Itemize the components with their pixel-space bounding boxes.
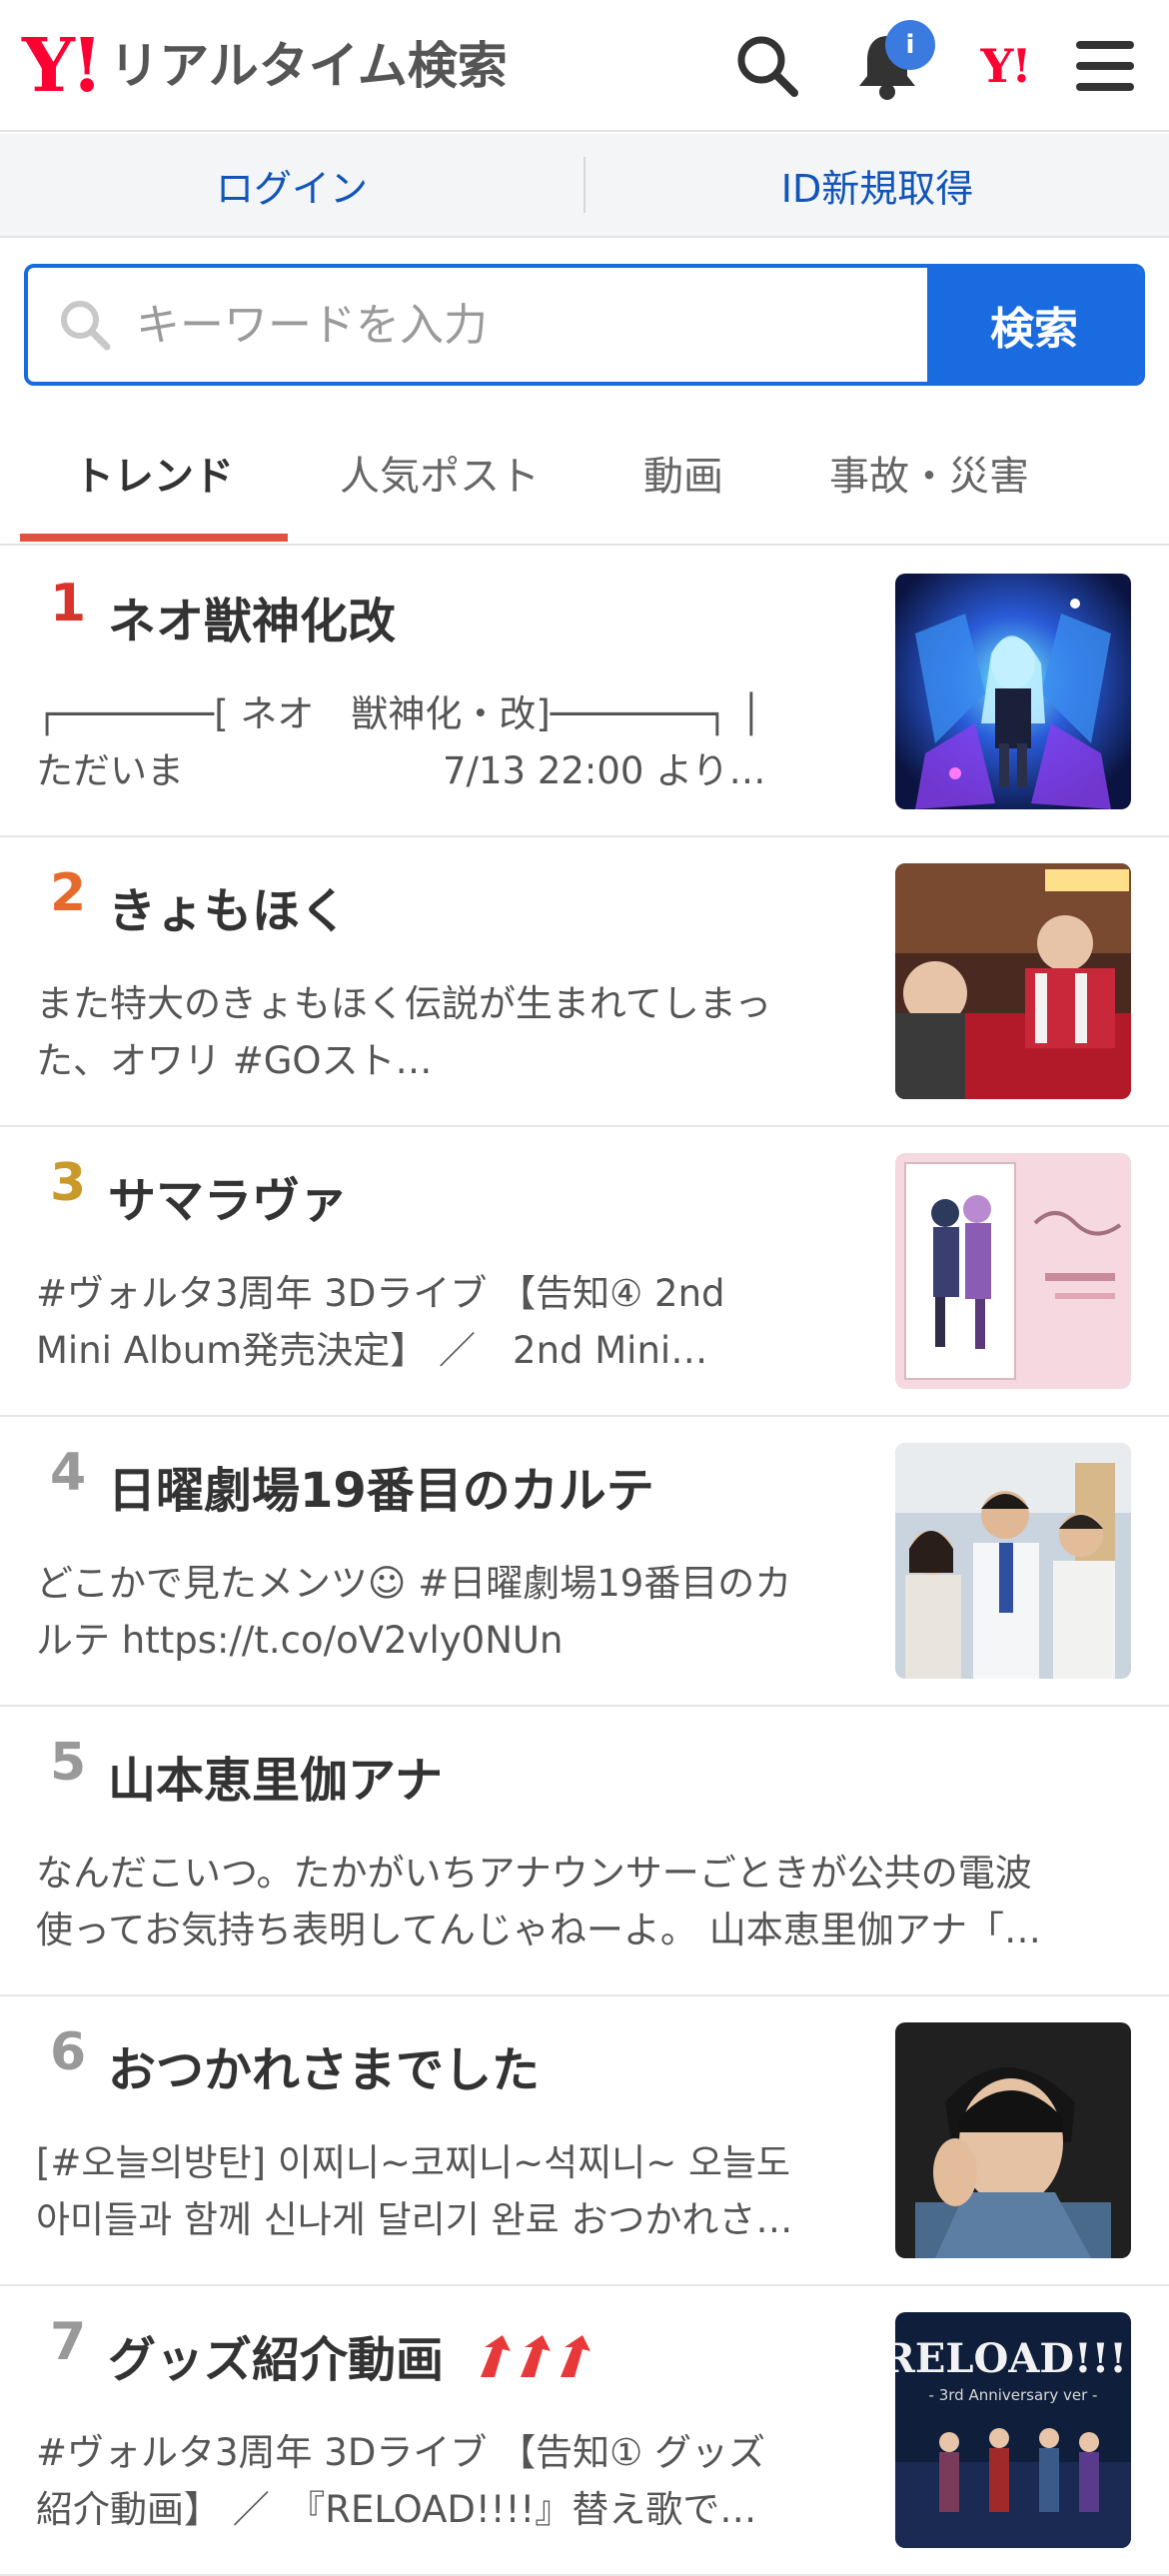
trend-description: #ヴォルタ3周年 3Dライブ 【告知① グッズ 紹介動画】 ／ 『RELOAD!…: [36, 2424, 835, 2538]
trend-description-line: ┌───────[ ネオ 獣神化・改]───────┐ │: [36, 692, 800, 735]
search-field-icon: [61, 301, 111, 351]
notification-badge: i: [885, 20, 935, 70]
trend-description-line: [#오늘의방탄] 이찌니~코찌니~석찌니~ 오늘도: [36, 2141, 791, 2184]
search-field-wrap: [28, 268, 927, 382]
trend-item[interactable]: 1 ネオ獣神化改 ┌───────[ ネオ 獣神化・改]───────┐ │ た…: [0, 548, 1169, 837]
trend-item[interactable]: 2 きょもほく また特大のきょもほく伝説が生まれてしまっ た、オワリ #GOスト…: [0, 837, 1169, 1127]
trend-description-line: #ヴォルタ3周年 3Dライブ 【告知① グッズ: [36, 2431, 766, 2474]
notification-bell-icon[interactable]: i: [845, 20, 935, 108]
trend-rank: 7: [50, 2312, 87, 2372]
trend-thumbnail[interactable]: [895, 1153, 1131, 1389]
trend-description-line: 使ってお気持ち表明してんじゃねーよ。 山本恵里伽アナ「…: [36, 1909, 1041, 1951]
trend-title[interactable]: 日曜劇場19番目のカルテ: [108, 1451, 654, 1521]
trend-thumbnail[interactable]: RELOAD!!!! - 3rd Anniversary ver -: [895, 2312, 1131, 2548]
search-button[interactable]: 検索: [927, 268, 1141, 382]
tab-trend[interactable]: トレンド: [20, 400, 288, 546]
trend-item[interactable]: 6 おつかれさまでした [#오늘의방탄] 이찌니~코찌니~석찌니~ 오늘도 아미…: [0, 1996, 1169, 2286]
trend-thumbnail[interactable]: [895, 1443, 1131, 1679]
active-tab-indicator: [20, 534, 288, 542]
app-header: Y! リアルタイム検索 i Y!: [0, 0, 1169, 132]
thumbnail-subtitle-text: - 3rd Anniversary ver -: [929, 2386, 1098, 2404]
tab-video[interactable]: 動画: [595, 400, 771, 546]
trending-up-arrows-icon: [475, 2333, 600, 2393]
trend-title-text: グッズ紹介動画: [108, 2332, 445, 2388]
trend-description-line: Mini Album発売決定】 ／ 2nd Mini…: [36, 1329, 708, 1372]
tab-popular-posts[interactable]: 人気ポスト: [310, 400, 570, 546]
trend-description-line: なんだこいつ。たかがいちアナウンサーごときが公共の電波: [36, 1852, 1032, 1895]
trend-thumbnail[interactable]: [895, 574, 1131, 809]
trend-description-line: また特大のきょもほく伝説が生まれてしまっ: [36, 982, 772, 1025]
trend-item[interactable]: 7 グッズ紹介動画 #ヴォルタ3周年 3Dライブ 【告知① グッズ 紹介動画】 …: [0, 2286, 1169, 2576]
trend-rank: 2: [50, 863, 87, 923]
trend-title[interactable]: きょもほく: [108, 871, 348, 941]
trend-rank: 5: [50, 1733, 87, 1793]
yahoo-mini-logo: Y!: [980, 39, 1031, 93]
tab-accidents-disasters[interactable]: 事故・災害: [799, 400, 1059, 546]
trend-description: [#오늘의방탄] 이찌니~코찌니~석찌니~ 오늘도 아미들과 함께 신나게 달리…: [36, 2134, 835, 2248]
search-input[interactable]: [136, 299, 835, 351]
trend-title[interactable]: 山本恵里伽アナ: [108, 1741, 443, 1811]
trend-title[interactable]: ネオ獣神化改: [108, 582, 396, 651]
trend-item[interactable]: 5 山本恵里伽アナ なんだこいつ。たかがいちアナウンサーごときが公共の電波 使っ…: [0, 1707, 1169, 1996]
trend-description-line: ただいま 7/13 22:00 より…: [36, 749, 766, 792]
trend-item[interactable]: 4 日曜劇場19番目のカルテ どこかで見たメンツ☺ #日曜劇場19番目のカ ルテ…: [0, 1417, 1169, 1707]
trend-description: なんだこいつ。たかがいちアナウンサーごときが公共の電波 使ってお気持ち表明してん…: [36, 1845, 1135, 1958]
trend-title[interactable]: サマラヴァ: [108, 1161, 348, 1231]
site-logo[interactable]: Y! リアルタイム検索: [22, 26, 508, 106]
trend-description: #ヴォルタ3周年 3Dライブ 【告知④ 2nd Mini Album発売決定】 …: [36, 1265, 835, 1379]
trend-rank: 4: [50, 1443, 87, 1503]
trend-description-line: #ヴォルタ3周年 3Dライブ 【告知④ 2nd: [36, 1272, 725, 1315]
trend-rank: 3: [50, 1153, 87, 1213]
hamburger-menu-icon[interactable]: [1063, 24, 1147, 108]
trend-description-line: 紹介動画】 ／ 『RELOAD!!!!』替え歌で…: [36, 2488, 757, 2531]
thumbnail-title-text: RELOAD!!!!: [895, 2335, 1131, 2382]
trend-description-line: どこかで見たメンツ☺ #日曜劇場19番目のカ: [36, 1562, 792, 1605]
trend-description-line: ルテ https://t.co/oV2vly0NUn: [36, 1619, 564, 1662]
trend-rank: 6: [50, 2022, 87, 2082]
signup-link[interactable]: ID新規取得: [585, 158, 1169, 213]
trend-title[interactable]: おつかれさまでした: [108, 2030, 540, 2100]
trend-list: 1 ネオ獣神化改 ┌───────[ ネオ 獣神化・改]───────┐ │ た…: [0, 548, 1169, 2576]
trend-title[interactable]: グッズ紹介動画: [108, 2320, 600, 2393]
trend-rank: 1: [50, 574, 87, 634]
trend-description-line: 아미들과 함께 신나게 달리기 완료 おつかれさ…: [36, 2198, 793, 2241]
site-title: リアルタイム検索: [109, 37, 508, 95]
trend-thumbnail[interactable]: [895, 2022, 1131, 2258]
trend-description: また特大のきょもほく伝説が生まれてしまっ た、オワリ #GOスト…: [36, 975, 835, 1089]
category-tabs: トレンド 人気ポスト 動画 事故・災害: [0, 400, 1169, 546]
yahoo-home-icon[interactable]: Y!: [963, 24, 1047, 108]
login-link[interactable]: ログイン: [0, 158, 584, 213]
trend-thumbnail[interactable]: [895, 863, 1131, 1099]
trend-description: ┌───────[ ネオ 獣神化・改]───────┐ │ ただいま 7/13 …: [36, 685, 835, 799]
trend-item[interactable]: 3 サマラヴァ #ヴォルタ3周年 3Dライブ 【告知④ 2nd Mini Alb…: [0, 1127, 1169, 1417]
trend-description-line: た、オワリ #GOスト…: [36, 1039, 433, 1082]
login-bar: ログイン ID新規取得: [0, 134, 1169, 238]
search-form: 検索: [24, 264, 1145, 386]
yahoo-logo-mark: Y!: [22, 23, 103, 109]
search-icon[interactable]: [725, 24, 809, 108]
trend-description: どこかで見たメンツ☺ #日曜劇場19番目のカ ルテ https://t.co/o…: [36, 1555, 835, 1669]
